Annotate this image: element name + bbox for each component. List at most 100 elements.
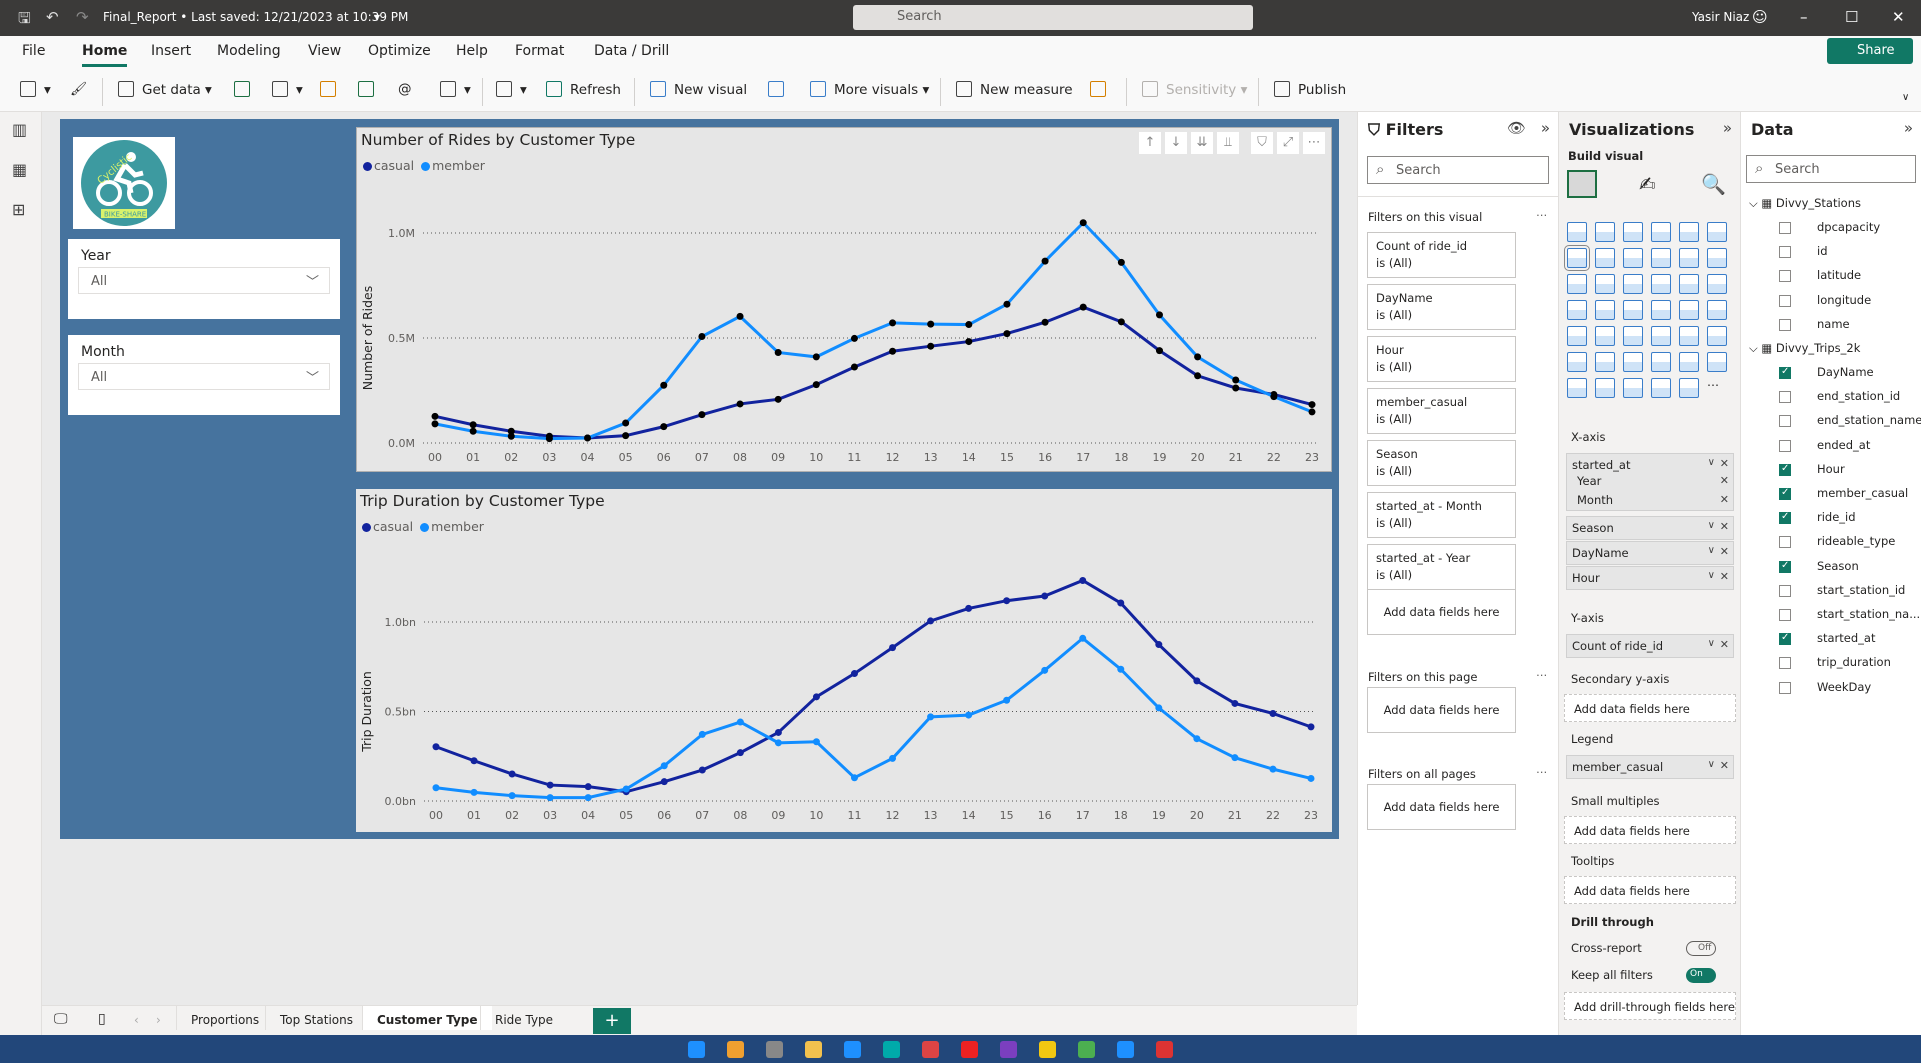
tab-optimize[interactable]: Optimize xyxy=(368,43,431,59)
field-item[interactable]: latitude xyxy=(1817,268,1861,282)
x-axis-hour[interactable]: Hour ∨ ✕ xyxy=(1566,566,1734,590)
keep-filters-toggle[interactable]: On xyxy=(1686,968,1716,983)
visual-type-icon[interactable] xyxy=(1567,326,1587,346)
new-measure-button[interactable]: New measure xyxy=(956,81,1073,98)
enter-data-icon[interactable] xyxy=(358,81,382,98)
tab-modeling[interactable]: Modeling xyxy=(217,43,281,59)
visual-type-icon[interactable]: ⋯ xyxy=(1707,378,1727,398)
secondary-axis-drop[interactable]: Add data fields here xyxy=(1564,694,1736,722)
collapse-viz-icon[interactable]: » xyxy=(1723,119,1732,137)
model-view-icon[interactable]: ⊞ xyxy=(12,200,30,219)
page-filter-drop[interactable]: Add data fields here xyxy=(1367,687,1516,733)
field-checkbox[interactable] xyxy=(1779,391,1791,404)
page-tab-proportions[interactable]: Proportions xyxy=(176,1006,273,1030)
visual-type-icon[interactable] xyxy=(1623,248,1643,268)
field-item[interactable]: ended_at xyxy=(1817,438,1870,452)
page-tab-top-stations[interactable]: Top Stations xyxy=(265,1006,367,1030)
global-search[interactable]: Search xyxy=(853,5,1253,30)
rides-line-chart[interactable]: 0.0M 0.5M 1.0M 00 01 02 03 04 05 06 07 08 09 10 11 12 13… xyxy=(356,127,1332,472)
field-item[interactable]: rideable_type xyxy=(1817,534,1895,548)
more-options-icon[interactable]: ⋯ xyxy=(1536,208,1548,222)
close-icon[interactable]: ✕ xyxy=(1892,8,1905,26)
taskbar-app-icon[interactable] xyxy=(961,1041,978,1058)
field-item[interactable]: DayName xyxy=(1817,365,1874,379)
visual-type-icon[interactable] xyxy=(1679,326,1699,346)
month-dropdown[interactable]: All ﹀ xyxy=(78,363,330,390)
field-item[interactable]: name xyxy=(1817,317,1850,331)
text-box-icon[interactable] xyxy=(768,81,792,98)
visual-type-icon[interactable] xyxy=(1623,222,1643,242)
visual-type-icon[interactable] xyxy=(1679,222,1699,242)
table-divvy_stations[interactable]: ⌵ ▦ Divvy_Stations xyxy=(1749,196,1861,211)
visual-type-icon[interactable] xyxy=(1623,274,1643,294)
field-item[interactable]: ride_id xyxy=(1817,510,1856,524)
field-checkbox[interactable] xyxy=(1779,584,1791,597)
tooltips-drop[interactable]: Add data fields here xyxy=(1564,876,1736,904)
year-dropdown[interactable]: All ﹀ xyxy=(78,267,330,294)
tab-file[interactable]: File xyxy=(22,43,45,59)
field-checkbox[interactable] xyxy=(1779,536,1791,549)
y-axis-field[interactable]: Count of ride_id ∨ ✕ xyxy=(1566,634,1734,658)
field-item[interactable]: dpcapacity xyxy=(1817,220,1880,234)
drill-through-drop[interactable]: Add drill-through fields here xyxy=(1564,992,1736,1020)
taskbar-app-icon[interactable] xyxy=(727,1041,744,1058)
field-checkbox[interactable] xyxy=(1779,294,1791,307)
field-item[interactable]: start_station_na... xyxy=(1817,607,1920,621)
field-checkbox[interactable] xyxy=(1779,632,1791,646)
filter-card[interactable]: member_casual is (All) xyxy=(1367,388,1516,434)
redo-icon[interactable]: ↷ xyxy=(76,8,89,26)
field-item[interactable]: start_station_id xyxy=(1817,583,1905,597)
tab-format[interactable]: Format xyxy=(515,43,564,59)
visual-type-icon[interactable] xyxy=(1623,352,1643,372)
dataverse-icon[interactable]: @ xyxy=(398,81,412,97)
visual-type-icon[interactable] xyxy=(1595,326,1615,346)
taskbar-app-icon[interactable] xyxy=(1117,1041,1134,1058)
visual-type-icon[interactable] xyxy=(1707,248,1727,268)
expand-hierarchy-icon[interactable]: ⫫ xyxy=(1217,132,1239,154)
visual-type-icon[interactable] xyxy=(1679,248,1699,268)
tab-home[interactable]: Home xyxy=(82,43,128,67)
field-checkbox[interactable] xyxy=(1779,487,1791,500)
page-tab-ride-type[interactable]: Ride Type xyxy=(480,1006,567,1030)
field-checkbox[interactable] xyxy=(1779,318,1791,331)
field-checkbox[interactable] xyxy=(1779,560,1791,573)
publish-button[interactable]: Publish xyxy=(1274,81,1346,98)
tab-help[interactable]: Help xyxy=(456,43,488,59)
visual-type-icon[interactable] xyxy=(1679,300,1699,320)
taskbar-app-icon[interactable] xyxy=(883,1041,900,1058)
get-data-button[interactable]: Get data ▾ xyxy=(118,81,212,98)
field-item[interactable]: end_station_id xyxy=(1817,389,1900,403)
field-checkbox[interactable] xyxy=(1779,246,1791,259)
field-item[interactable]: end_station_name xyxy=(1817,413,1921,427)
avatar[interactable]: ☺ xyxy=(1752,8,1768,26)
visual-type-icon[interactable] xyxy=(1707,274,1727,294)
quick-measure-icon[interactable] xyxy=(1090,81,1114,98)
maximize-icon[interactable]: ☐ xyxy=(1845,8,1858,26)
next-level-icon[interactable]: ⇊ xyxy=(1191,132,1213,154)
filter-icon[interactable]: ⛉ xyxy=(1251,132,1273,154)
recent-sources-icon[interactable]: ▾ xyxy=(440,81,471,98)
format-painter-button[interactable]: 🖌 xyxy=(70,81,87,97)
save-icon[interactable]: 🖫 xyxy=(18,8,31,33)
taskbar-app-icon[interactable] xyxy=(1156,1041,1173,1058)
visual-type-icon[interactable] xyxy=(1651,326,1671,346)
visual-type-icon[interactable] xyxy=(1595,222,1615,242)
visual-type-icon[interactable] xyxy=(1623,378,1643,398)
visual-type-icon[interactable] xyxy=(1707,352,1727,372)
field-checkbox[interactable] xyxy=(1779,511,1791,525)
field-item[interactable]: Hour xyxy=(1817,462,1845,476)
visual-type-icon[interactable] xyxy=(1595,274,1615,294)
onelake-icon[interactable]: ▾ xyxy=(272,81,303,98)
sensitivity-button[interactable]: Sensitivity ▾ xyxy=(1142,81,1247,98)
more-options-icon[interactable]: ⋯ xyxy=(1536,668,1548,682)
table-divvy_trips_2k[interactable]: ⌵ ▦ Divvy_Trips_2k xyxy=(1749,341,1860,356)
field-item[interactable]: longitude xyxy=(1817,293,1871,307)
collapse-ribbon-icon[interactable]: ∨ xyxy=(1902,92,1909,103)
legend-field[interactable]: member_casual ∨ ✕ xyxy=(1566,755,1734,779)
field-item[interactable]: member_casual xyxy=(1817,486,1908,500)
taskbar-app-icon[interactable] xyxy=(844,1041,861,1058)
visual-type-icon[interactable] xyxy=(1679,352,1699,372)
share-button[interactable]: Share xyxy=(1827,38,1913,64)
filter-card[interactable]: Hour is (All) xyxy=(1367,336,1516,382)
mobile-layout-icon[interactable]: ▯ xyxy=(98,1011,106,1027)
